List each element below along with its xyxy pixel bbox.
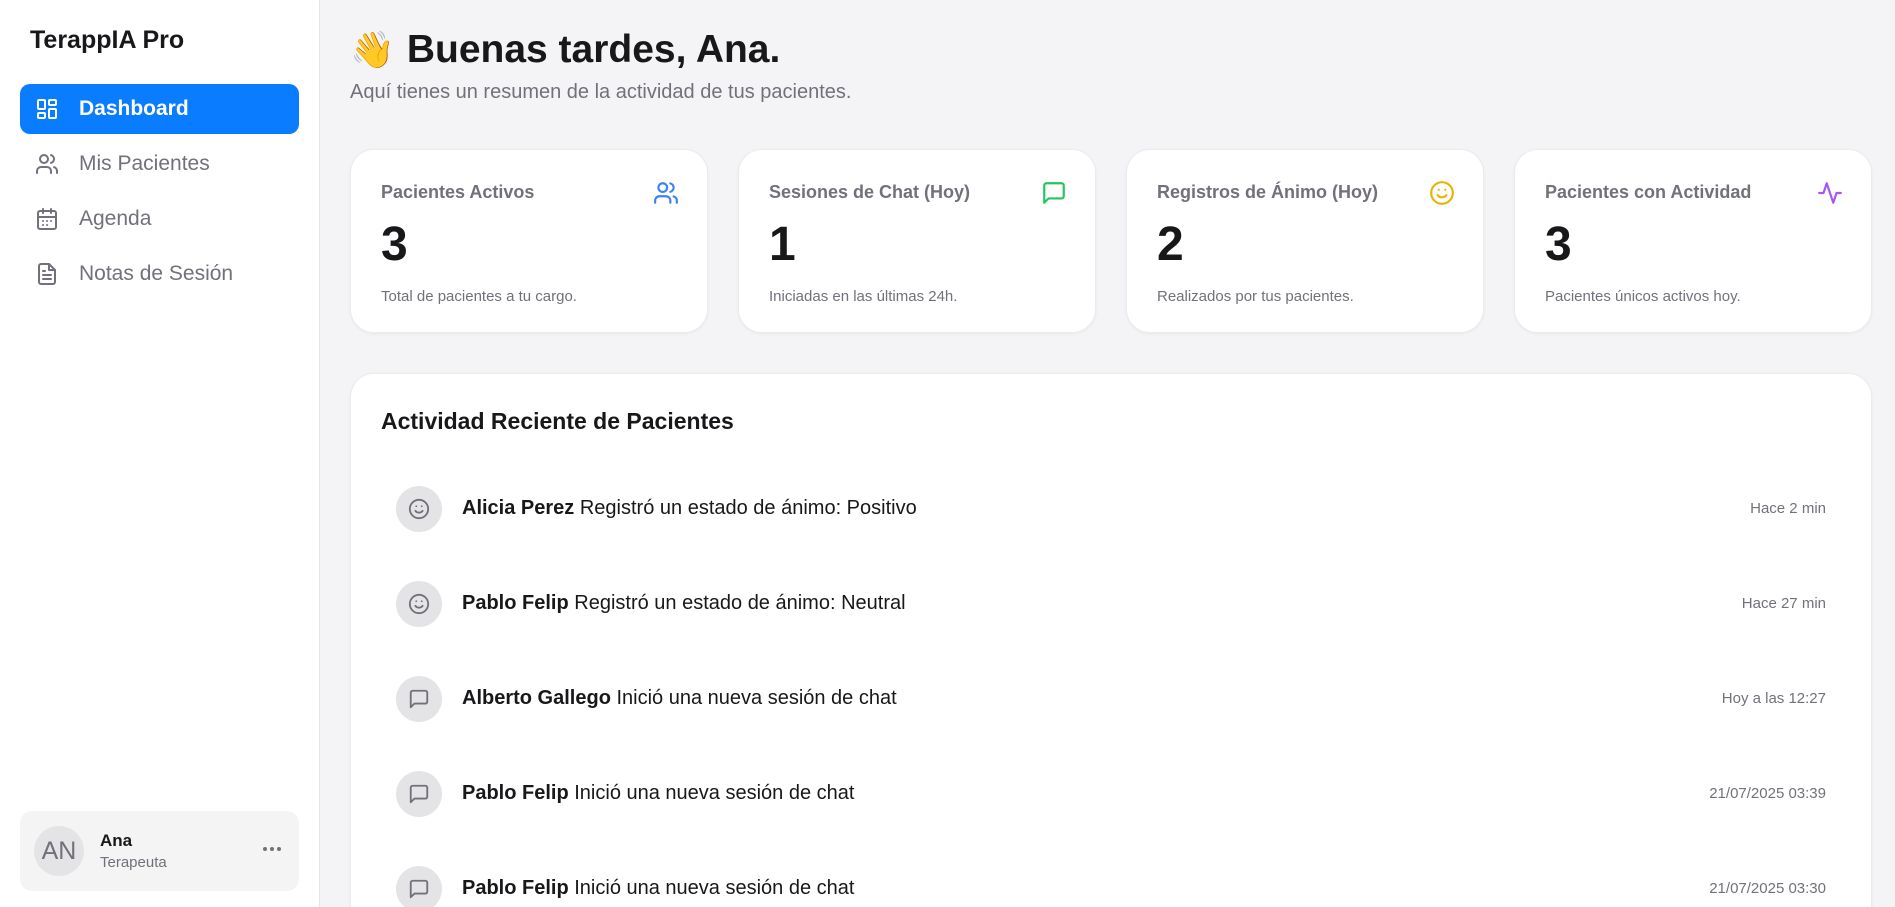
calendar-icon xyxy=(35,207,59,231)
users-icon xyxy=(35,152,59,176)
list-item[interactable]: Pablo Felip Inició una nueva sesión de c… xyxy=(381,746,1841,841)
stat-title: Registros de Ánimo (Hoy) xyxy=(1157,182,1379,202)
sidebar-item-agenda[interactable]: Agenda xyxy=(20,194,299,244)
sidebar-item-dashboard[interactable]: Dashboard xyxy=(20,84,299,134)
list-item[interactable]: Alicia Perez Registró un estado de ánimo… xyxy=(381,461,1841,556)
page-subtitle: Aquí tienes un resumen de la actividad d… xyxy=(350,81,852,103)
activity-text: Pablo Felip Inició una nueva sesión de c… xyxy=(462,877,1709,900)
user-role: Terapeuta xyxy=(100,854,167,871)
sidebar-item-label: Agenda xyxy=(79,207,152,230)
sidebar-item-notas-de-sesion[interactable]: Notas de Sesión xyxy=(20,249,299,299)
document-icon xyxy=(35,262,59,286)
smile-icon xyxy=(1429,180,1455,206)
activity-text: Alicia Perez Registró un estado de ánimo… xyxy=(462,497,1750,520)
user-info: Ana Terapeuta xyxy=(100,831,167,871)
sidebar-item-label: Notas de Sesión xyxy=(79,262,234,285)
stat-value: 1 xyxy=(769,218,796,271)
sidebar-item-label: Mis Pacientes xyxy=(79,152,210,175)
activity-text: Pablo Felip Registró un estado de ánimo:… xyxy=(462,592,1742,615)
stat-title: Sesiones de Chat (Hoy) xyxy=(769,182,971,202)
activity-action: Inició una nueva sesión de chat xyxy=(574,877,855,899)
list-item[interactable]: Pablo Felip Registró un estado de ánimo:… xyxy=(381,556,1841,651)
stats-row: Pacientes Activos 3 Total de pacientes a… xyxy=(350,149,1872,333)
main-content: 👋 Buenas tardes, Ana. Aquí tienes un res… xyxy=(320,0,1895,907)
sidebar-nav: Dashboard Mis Pacientes Agenda Notas de … xyxy=(20,84,299,304)
stat-description: Pacientes únicos activos hoy. xyxy=(1545,288,1741,305)
dashboard-icon xyxy=(35,97,59,121)
page-title: Buenas tardes, Ana. xyxy=(406,28,781,71)
smile-icon xyxy=(396,580,442,627)
stat-title: Pacientes Activos xyxy=(381,182,535,202)
activity-text: Pablo Felip Inició una nueva sesión de c… xyxy=(462,782,1709,805)
activity-action: Registró un estado de ánimo: Positivo xyxy=(579,497,917,519)
section-title: Actividad Reciente de Pacientes xyxy=(381,408,734,434)
activity-time: Hace 27 min xyxy=(1741,595,1826,612)
stat-description: Iniciadas en las últimas 24h. xyxy=(769,288,958,305)
sidebar: TerappIA Pro Dashboard Mis Pacientes Age… xyxy=(0,0,320,907)
stat-description: Realizados por tus pacientes. xyxy=(1157,288,1354,305)
patient-name[interactable]: Alicia Perez xyxy=(462,497,574,519)
activity-icon xyxy=(1817,180,1843,206)
list-item[interactable]: Pablo Felip Inició una nueva sesión de c… xyxy=(381,841,1841,907)
user-profile-card[interactable]: AN Ana Terapeuta xyxy=(20,811,299,891)
activity-time: 21/07/2025 03:39 xyxy=(1709,785,1826,802)
stat-card-registros-animo: Registros de Ánimo (Hoy) 2 Realizados po… xyxy=(1126,149,1484,333)
sidebar-item-mis-pacientes[interactable]: Mis Pacientes xyxy=(20,139,299,189)
stat-card-sesiones-chat: Sesiones de Chat (Hoy) 1 Iniciadas en la… xyxy=(738,149,1096,333)
chat-icon xyxy=(396,770,442,817)
more-horizontal-icon xyxy=(260,837,284,866)
chat-icon xyxy=(1041,180,1067,206)
activity-list: Alicia Perez Registró un estado de ánimo… xyxy=(381,461,1841,907)
more-options-button[interactable] xyxy=(259,838,285,864)
patient-name[interactable]: Pablo Felip xyxy=(462,877,569,899)
stat-card-pacientes-con-actividad: Pacientes con Actividad 3 Pacientes únic… xyxy=(1514,149,1872,333)
user-name: Ana xyxy=(100,831,133,850)
recent-activity-panel: Actividad Reciente de Pacientes Alicia P… xyxy=(350,373,1872,907)
avatar: AN xyxy=(34,826,84,876)
users-icon xyxy=(653,180,679,206)
activity-action: Registró un estado de ánimo: Neutral xyxy=(574,592,906,614)
chat-icon xyxy=(396,675,442,722)
activity-time: Hoy a las 12:27 xyxy=(1721,690,1826,707)
stat-value: 2 xyxy=(1157,218,1184,271)
stat-value: 3 xyxy=(381,218,408,271)
activity-time: 21/07/2025 03:30 xyxy=(1709,880,1826,897)
stat-value: 3 xyxy=(1545,218,1572,271)
sidebar-item-label: Dashboard xyxy=(79,97,189,120)
stat-description: Total de pacientes a tu cargo. xyxy=(381,288,577,305)
patient-name[interactable]: Pablo Felip xyxy=(462,782,569,804)
patient-name[interactable]: Alberto Gallego xyxy=(462,687,611,709)
brand-logo-text[interactable]: TerappIA Pro xyxy=(30,26,184,55)
stat-card-pacientes-activos: Pacientes Activos 3 Total de pacientes a… xyxy=(350,149,708,333)
list-item[interactable]: Alberto Gallego Inició una nueva sesión … xyxy=(381,651,1841,746)
activity-text: Alberto Gallego Inició una nueva sesión … xyxy=(462,687,1722,710)
smile-icon xyxy=(396,485,442,532)
greeting-header: 👋 Buenas tardes, Ana. xyxy=(350,28,780,72)
waving-hand-icon: 👋 xyxy=(350,29,395,70)
patient-name[interactable]: Pablo Felip xyxy=(462,592,569,614)
activity-time: Hace 2 min xyxy=(1750,500,1826,517)
app-root: TerappIA Pro Dashboard Mis Pacientes Age… xyxy=(0,0,1895,907)
activity-action: Inició una nueva sesión de chat xyxy=(574,782,855,804)
chat-icon xyxy=(396,865,442,907)
activity-action: Inició una nueva sesión de chat xyxy=(616,687,897,709)
stat-title: Pacientes con Actividad xyxy=(1545,182,1752,202)
